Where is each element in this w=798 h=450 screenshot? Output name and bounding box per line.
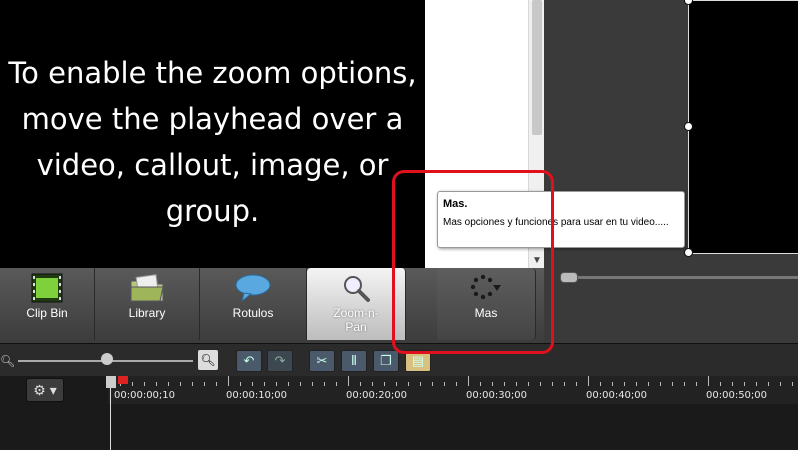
tick-label: 00:00:30;00 <box>466 390 528 401</box>
zoom-message-panel: To enable the zoom options, move the pla… <box>0 0 425 268</box>
scissors-icon[interactable]: ✂ <box>309 350 335 372</box>
resize-handle-top-left[interactable] <box>684 0 693 5</box>
tick-label: 00:00:50;00 <box>706 390 768 401</box>
preview-canvas[interactable] <box>684 0 798 257</box>
ruler-ticks <box>108 376 793 386</box>
timeline-ruler[interactable]: 00:00:00;10 00:00:10;00 00:00:20;00 00:0… <box>108 376 798 404</box>
scrollbar-thumb[interactable] <box>532 0 542 135</box>
tab-clip-bin[interactable]: Clip Bin <box>0 268 95 340</box>
highlight-annotation <box>392 170 554 354</box>
tab-library[interactable]: Library <box>95 268 200 340</box>
resize-handle-bottom-left[interactable] <box>684 248 693 257</box>
film-icon <box>31 273 63 308</box>
tick-label: 00:00:40;00 <box>586 390 648 401</box>
redo-icon[interactable]: ↷ <box>267 350 293 372</box>
zoom-in-icon[interactable]: 🔍︎ <box>198 350 218 370</box>
preview-controls-strip <box>544 268 798 343</box>
magnifier-icon <box>341 273 371 308</box>
tick-label: 00:00:20;00 <box>346 390 408 401</box>
tab-rotulos[interactable]: Rotulos <box>200 268 307 340</box>
tab-label: Library <box>128 306 166 320</box>
tab-label: Rotulos <box>232 306 274 320</box>
tick-label: 00:00:10;00 <box>226 390 288 401</box>
timeline-settings-gear-icon[interactable]: ⚙ ▾ <box>26 378 64 402</box>
playhead-marker[interactable] <box>118 376 128 384</box>
timeline-zoom-knob[interactable] <box>101 353 113 365</box>
copy-icon[interactable]: ❐ <box>373 350 399 372</box>
tab-label: Clip Bin <box>26 306 68 320</box>
callout-bubble-icon <box>234 273 272 308</box>
tab-label: Zoom-n- Pan <box>333 306 379 334</box>
undo-icon[interactable]: ↶ <box>236 350 262 372</box>
zoom-out-icon[interactable]: 🔍︎ <box>0 354 15 368</box>
split-icon[interactable]: ⫴ <box>341 350 367 372</box>
tick-label: 00:00:00;10 <box>114 390 176 401</box>
playback-slider-track[interactable] <box>560 276 798 279</box>
folder-icon <box>129 273 165 308</box>
zoom-message: To enable the zoom options, move the pla… <box>8 56 417 228</box>
resize-handle-left[interactable] <box>684 122 693 131</box>
playhead-handle[interactable] <box>106 376 116 388</box>
playback-slider-knob[interactable] <box>560 272 578 283</box>
